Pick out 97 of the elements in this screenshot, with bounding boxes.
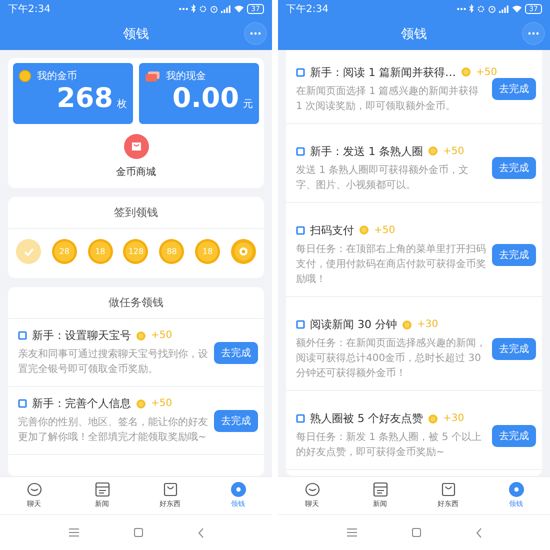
coin-icon xyxy=(230,482,246,497)
more-icon xyxy=(250,32,261,35)
bag-icon xyxy=(162,482,178,497)
coin-icon xyxy=(428,146,438,156)
signal-icon xyxy=(499,4,510,12)
reward-amount: +50 xyxy=(374,224,396,236)
menu-icon[interactable] xyxy=(68,528,78,537)
checkbox-icon[interactable] xyxy=(296,146,305,156)
coin-reward: 18 xyxy=(88,239,113,264)
reward-amount: +30 xyxy=(417,319,438,330)
coin-icon xyxy=(136,330,146,340)
task-title: 扫码支付 xyxy=(310,222,354,238)
task-description: 亲友和同事可通过搜索聊天宝号找到你，设置完全银号即可领取金币奖励。 xyxy=(18,348,208,377)
check-icon xyxy=(24,248,34,256)
coin-icon xyxy=(402,320,412,330)
coin-reward: 88 xyxy=(159,239,184,264)
balance-unit: 元 xyxy=(243,98,253,111)
more-status-icon xyxy=(457,6,466,10)
coin-icon xyxy=(461,67,471,78)
mall-icon[interactable] xyxy=(124,134,148,159)
home-icon[interactable] xyxy=(134,528,142,537)
checkbox-icon[interactable] xyxy=(296,320,305,330)
reward-amount: +50 xyxy=(476,66,498,78)
reward-amount: +50 xyxy=(151,330,172,341)
news-icon xyxy=(94,482,110,497)
more-button[interactable] xyxy=(522,22,545,45)
news-icon xyxy=(372,482,388,497)
task-description: 每日任务：在顶部右上角的菜单里打开扫码支付，使用付款码在商店付款可获得金币奖励哦！ xyxy=(296,242,486,287)
task-title: 熟人圈被 5 个好友点赞 xyxy=(310,411,423,426)
task-description: 每日任务：新发 1 条熟人圈，被 5 个以上的好友点赞，即可获得金币奖励~ xyxy=(296,430,482,460)
complete-button[interactable]: 去完成 xyxy=(214,410,258,432)
balance-label: 我的现金 xyxy=(166,70,206,83)
coin-icon xyxy=(136,398,146,408)
chat-icon xyxy=(304,482,320,497)
balance-label: 我的金币 xyxy=(37,70,77,83)
signal-icon xyxy=(221,4,232,12)
coin-reward: 28 xyxy=(52,239,77,264)
page-title: 领钱 xyxy=(401,26,427,42)
checkbox-icon[interactable] xyxy=(18,399,27,408)
status-time: 下午2:34 xyxy=(286,2,328,16)
balance-tile[interactable]: 我的现金 0.00 元 xyxy=(139,63,259,124)
checkbox-icon[interactable] xyxy=(18,331,27,340)
gear-icon xyxy=(199,4,208,12)
task-description: 完善你的性别、地区、签名，能让你的好友更加了解你哦！全部填完才能领取奖励哦~ xyxy=(18,416,208,445)
complete-button[interactable]: 去完成 xyxy=(492,157,536,180)
balance-unit: 枚 xyxy=(117,98,127,111)
back-icon[interactable] xyxy=(198,528,204,538)
complete-button[interactable]: 去完成 xyxy=(492,78,536,100)
more-button[interactable] xyxy=(244,22,267,45)
chat-icon xyxy=(26,482,42,497)
cash-icon xyxy=(145,70,160,82)
balance-amount: 268 xyxy=(56,83,113,115)
complete-button[interactable]: 去完成 xyxy=(492,424,536,447)
wifi-icon xyxy=(234,4,244,12)
page-title: 领钱 xyxy=(123,26,149,42)
task-description: 额外任务：在新闻页面选择感兴趣的新闻，阅读可获得总计400金币，总时长超过 30 分钟还可获得额外金币！ xyxy=(296,336,486,382)
gear-icon xyxy=(477,4,486,12)
coin-reward: 128 xyxy=(123,239,148,264)
coin-icon xyxy=(359,225,369,236)
task-title: 新手：完善个人信息 xyxy=(32,396,131,411)
bag-icon xyxy=(440,482,456,497)
menu-icon[interactable] xyxy=(346,528,356,537)
task-title: 阅读新闻 30 分钟 xyxy=(310,317,397,332)
task-title: 新手：发送 1 条熟人圈 xyxy=(310,144,423,159)
reward-amount: +30 xyxy=(443,413,464,424)
balance-tile[interactable]: 我的金币 268 枚 xyxy=(13,63,133,124)
status-time: 下午2:34 xyxy=(8,2,50,16)
bonus-coin-icon xyxy=(230,239,256,264)
alarm-icon xyxy=(488,4,496,12)
section-title: 做任务领钱 xyxy=(8,287,264,319)
task-description: 在新闻页面选择 1 篇感兴趣的新闻并获得 1 次阅读奖励，即可领取额外金币。 xyxy=(296,84,480,114)
mall-label: 金币商城 xyxy=(116,166,156,179)
checkbox-icon[interactable] xyxy=(296,68,305,77)
complete-button[interactable]: 去完成 xyxy=(492,338,536,360)
wifi-icon xyxy=(512,4,522,12)
section-title: 签到领钱 xyxy=(8,197,264,229)
home-icon[interactable] xyxy=(412,528,420,537)
complete-button[interactable]: 去完成 xyxy=(492,244,536,266)
bluetooth-icon xyxy=(469,4,474,13)
more-status-icon xyxy=(179,6,188,10)
coin-reward: 18 xyxy=(195,239,220,264)
balance-amount: 0.00 xyxy=(172,83,239,115)
checkbox-icon[interactable] xyxy=(296,226,305,235)
back-icon[interactable] xyxy=(476,528,482,538)
coin-icon xyxy=(508,482,524,497)
task-title: 新手：设置聊天宝号 xyxy=(32,328,131,343)
task-description: 发送 1 条熟人圈即可获得额外金币，文字、图片、小视频都可以。 xyxy=(296,164,470,193)
coin-icon xyxy=(428,414,438,424)
checkbox-icon[interactable] xyxy=(296,414,305,424)
task-title: 新手：阅读 1 篇新闻并获得… xyxy=(310,64,456,80)
reward-amount: +50 xyxy=(151,398,172,409)
more-icon xyxy=(528,32,539,35)
reward-amount: +50 xyxy=(443,146,464,157)
alarm-icon xyxy=(210,4,218,12)
bluetooth-icon xyxy=(191,4,196,13)
coin-icon xyxy=(19,70,31,82)
complete-button[interactable]: 去完成 xyxy=(214,342,258,364)
